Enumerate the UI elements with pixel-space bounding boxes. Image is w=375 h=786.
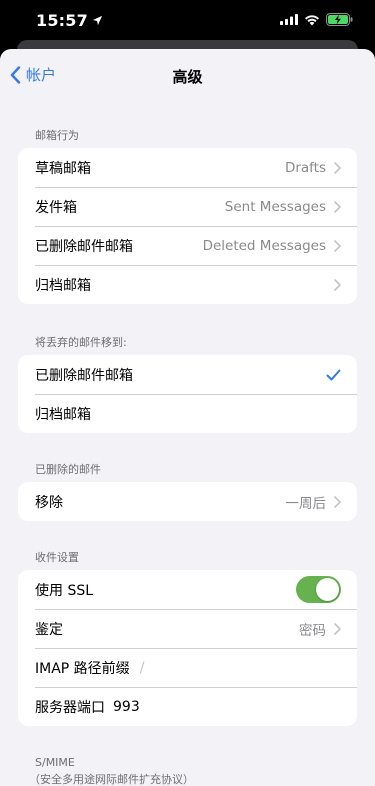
navigation-bar: 帐户 高级 (0, 49, 375, 101)
chevron-right-icon (334, 161, 341, 174)
deleted-mailbox-row[interactable]: 已删除邮件邮箱 Deleted Messages (18, 226, 357, 265)
row-label: 移除 (35, 494, 63, 511)
server-port-row[interactable]: 服务器端口 993 (18, 687, 357, 726)
remove-row[interactable]: 移除 一周后 (18, 482, 357, 521)
section-header-mailbox-behaviors: 邮箱行为 (35, 129, 79, 142)
row-value: 密码 (299, 622, 326, 639)
location-arrow-icon (92, 15, 103, 26)
signal-icon (280, 14, 298, 25)
row-label: IMAP 路径前缀 (35, 660, 130, 677)
use-ssl-row: 使用 SSL (18, 570, 357, 609)
status-icons (280, 13, 353, 26)
page-title: 高级 (172, 68, 203, 86)
imap-prefix-row[interactable]: IMAP 路径前缀 / (18, 648, 357, 687)
sent-mailbox-row[interactable]: 发件箱 Sent Messages (18, 187, 357, 226)
chevron-right-icon (334, 495, 341, 508)
chevron-right-icon (334, 239, 341, 252)
discard-move-group: 已删除邮件邮箱 归档邮箱 (18, 355, 357, 433)
chevron-right-icon (334, 622, 341, 635)
battery-charging-icon (326, 13, 353, 26)
row-label: 归档邮箱 (35, 406, 91, 423)
section-header-discard-move: 将丢弃的邮件移到: (35, 336, 127, 349)
chevron-right-icon (334, 200, 341, 213)
row-label: 使用 SSL (35, 582, 94, 599)
chevron-right-icon (334, 278, 341, 291)
authentication-row[interactable]: 鉴定 密码 (18, 609, 357, 648)
row-label: 草稿邮箱 (35, 160, 91, 177)
row-label: 已删除邮件邮箱 (35, 367, 133, 384)
section-header-incoming-settings: 收件设置 (35, 551, 79, 564)
row-label: 服务器端口 (35, 699, 105, 716)
row-value-container: Deleted Messages (203, 238, 341, 254)
settings-sheet: 帐户 高级 邮箱行为 草稿邮箱 Drafts 发件箱 Sent Messages (0, 49, 375, 786)
discard-option-deleted[interactable]: 已删除邮件邮箱 (18, 355, 357, 394)
smime-subtitle: （安全多用途网际邮件扩充协议） (29, 773, 194, 786)
row-value: Sent Messages (224, 198, 326, 215)
checkmark-icon (326, 369, 341, 381)
row-value-container: 密码 (299, 619, 341, 639)
drafts-mailbox-row[interactable]: 草稿邮箱 Drafts (18, 148, 357, 187)
row-label: 已删除邮件邮箱 (35, 238, 133, 255)
time-label: 15:57 (36, 11, 88, 30)
smime-title: S/MIME (35, 756, 75, 769)
row-label: 发件箱 (35, 199, 77, 216)
row-value: Deleted Messages (202, 237, 326, 254)
row-value-container (326, 278, 341, 291)
row-value-container: Drafts (285, 160, 341, 176)
discard-option-archive[interactable]: 归档邮箱 (18, 394, 357, 433)
row-value: 一周后 (285, 495, 327, 512)
row-label: 鉴定 (35, 621, 63, 638)
archive-mailbox-row[interactable]: 归档邮箱 (18, 265, 357, 304)
toggle-knob (316, 578, 339, 601)
wifi-icon (305, 14, 319, 25)
ssl-toggle[interactable] (296, 576, 341, 603)
deleted-messages-group: 移除 一周后 (18, 482, 357, 521)
section-header-deleted-messages: 已删除的邮件 (35, 463, 101, 476)
row-label: 归档邮箱 (35, 277, 91, 294)
status-bar: 15:57 (0, 0, 375, 40)
imap-prefix-field[interactable]: / (140, 660, 145, 676)
incoming-settings-group: 使用 SSL 鉴定 密码 IMAP 路径前缀 / 服务器端口 993 (18, 570, 357, 726)
row-value-container: 一周后 (286, 492, 342, 512)
mailbox-behaviors-group: 草稿邮箱 Drafts 发件箱 Sent Messages 已删除邮件邮箱 De… (18, 148, 357, 304)
row-value-container: Sent Messages (225, 199, 341, 215)
status-time: 15:57 (36, 11, 103, 30)
row-value: Drafts (284, 159, 326, 176)
server-port-field[interactable]: 993 (113, 699, 140, 715)
